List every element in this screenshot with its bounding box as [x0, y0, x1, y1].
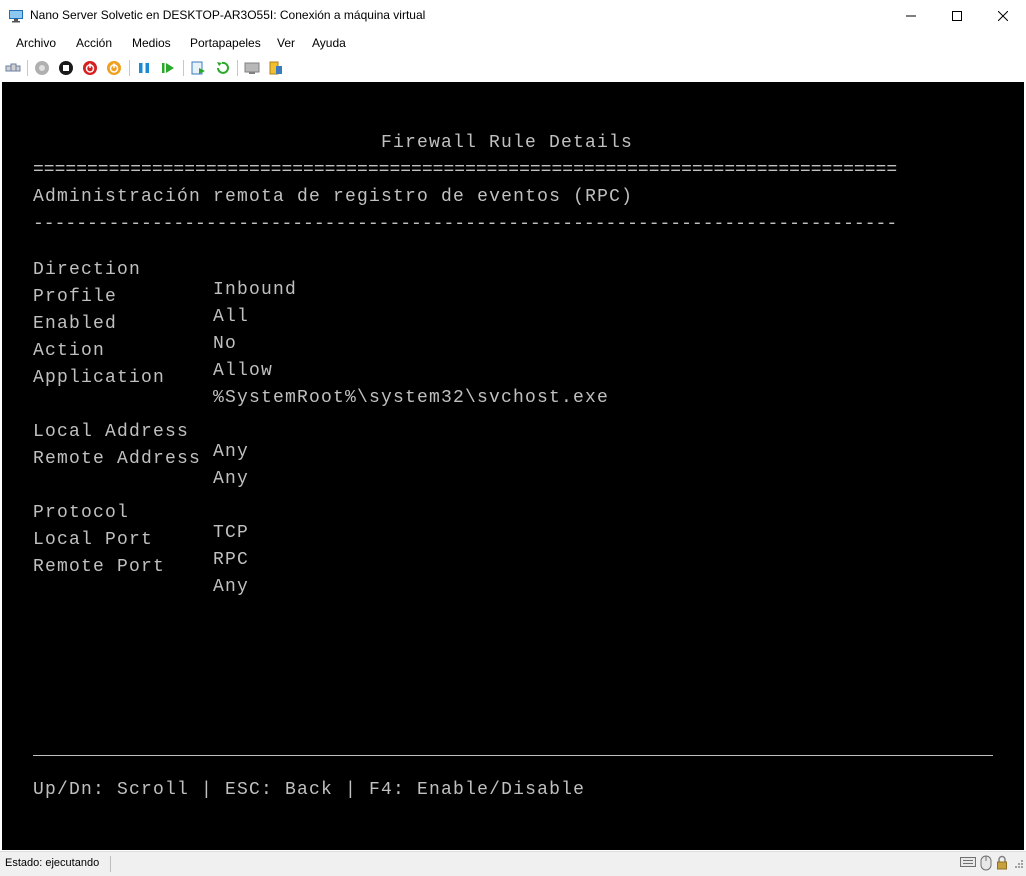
save-state-button[interactable] [105, 59, 123, 77]
detail-row: Profile All [33, 267, 248, 327]
pause-button[interactable] [135, 59, 153, 77]
enhanced-session-button[interactable] [243, 59, 261, 77]
revert-icon [217, 61, 229, 74]
toolbar-separator [27, 60, 28, 76]
share-icon [269, 61, 282, 75]
menu-ayuda[interactable]: Ayuda [312, 36, 346, 50]
detail-value: All [213, 307, 250, 327]
checkpoint-button[interactable] [189, 59, 207, 77]
detail-key: Remote Port [33, 557, 166, 577]
firewall-rule-name: Administración remota de registro de eve… [33, 187, 634, 207]
close-button[interactable] [980, 0, 1026, 32]
pause-icon [139, 63, 149, 73]
detail-row: Direction Inbound [33, 240, 296, 300]
detail-row: Protocol TCP [33, 483, 248, 543]
resume-icon [162, 63, 174, 73]
toolbar-separator [129, 60, 130, 76]
minimize-button[interactable] [888, 0, 934, 32]
detail-value: Any [213, 577, 250, 597]
menu-ver[interactable]: Ver [277, 36, 295, 50]
detail-row: Remote Port Any [33, 537, 248, 597]
detail-value: Any [213, 469, 250, 489]
separator-single: ----------------------------------------… [33, 214, 898, 228]
menu-bar: Archivo Acción Medios Portapapeles Ver A… [0, 32, 1026, 54]
detail-row: Remote Address Any [33, 429, 248, 489]
revert-button[interactable] [213, 59, 231, 77]
minimize-icon [906, 15, 916, 17]
power-icon [107, 61, 121, 75]
detail-key: Remote Address [33, 449, 202, 469]
resize-grip-icon[interactable] [1012, 858, 1024, 876]
checkpoint-icon [191, 61, 205, 75]
menu-archivo[interactable]: Archivo [16, 36, 56, 50]
start-button[interactable] [33, 59, 51, 77]
console-key-hints: Up/Dn: Scroll | ESC: Back | F4: Enable/D… [33, 780, 586, 800]
detail-value: TCP [213, 523, 250, 543]
vm-connection-icon [8, 8, 24, 24]
lock-icon [996, 855, 1008, 876]
menu-portapapeles[interactable]: Portapapeles [190, 36, 261, 50]
share-button[interactable] [267, 59, 285, 77]
vm-console-screen[interactable]: Firewall Rule Details ==================… [2, 82, 1024, 850]
detail-value: %SystemRoot%\system32\svchost.exe [213, 388, 610, 408]
mouse-icon [980, 855, 992, 876]
keyboard-icon [960, 855, 976, 874]
footer-separator [33, 755, 993, 757]
detail-row: Action Allow [33, 321, 272, 381]
detail-row: Enabled No [33, 294, 236, 354]
toolbar-separator [183, 60, 184, 76]
detail-value: RPC [213, 550, 250, 570]
turn-off-button[interactable] [57, 59, 75, 77]
close-icon [998, 11, 1008, 21]
detail-value: Any [213, 442, 250, 462]
turn-off-icon [59, 61, 73, 75]
ctrl-alt-del-button[interactable] [4, 59, 22, 77]
title-bar: Nano Server Solvetic en DESKTOP-AR3O55I:… [0, 0, 1026, 32]
window-title: Nano Server Solvetic en DESKTOP-AR3O55I:… [30, 8, 426, 22]
shut-down-button[interactable] [81, 59, 99, 77]
detail-value: No [213, 334, 238, 354]
maximize-button[interactable] [934, 0, 980, 32]
resume-button[interactable] [159, 59, 177, 77]
detail-row: Application %SystemRoot%\system32\svchos… [33, 348, 608, 408]
vm-status-text: Estado: ejecutando [5, 857, 100, 869]
maximize-icon [952, 11, 962, 21]
status-bar: Estado: ejecutando [0, 851, 1026, 876]
start-icon [35, 61, 49, 75]
shut-down-icon [83, 61, 97, 75]
status-separator [110, 856, 111, 872]
console-heading: Firewall Rule Details [381, 133, 634, 153]
enhanced-session-icon [244, 62, 260, 74]
menu-medios[interactable]: Medios [132, 36, 171, 50]
ctrl-alt-del-icon [5, 63, 21, 72]
detail-key: Application [33, 368, 166, 388]
detail-value: Inbound [213, 280, 298, 300]
detail-value: Allow [213, 361, 274, 381]
toolbar [0, 55, 1026, 81]
detail-row: Local Port RPC [33, 510, 248, 570]
detail-row: Local Address Any [33, 402, 248, 462]
toolbar-separator [237, 60, 238, 76]
menu-accion[interactable]: Acción [76, 36, 112, 50]
separator-double: ========================================… [33, 160, 898, 174]
